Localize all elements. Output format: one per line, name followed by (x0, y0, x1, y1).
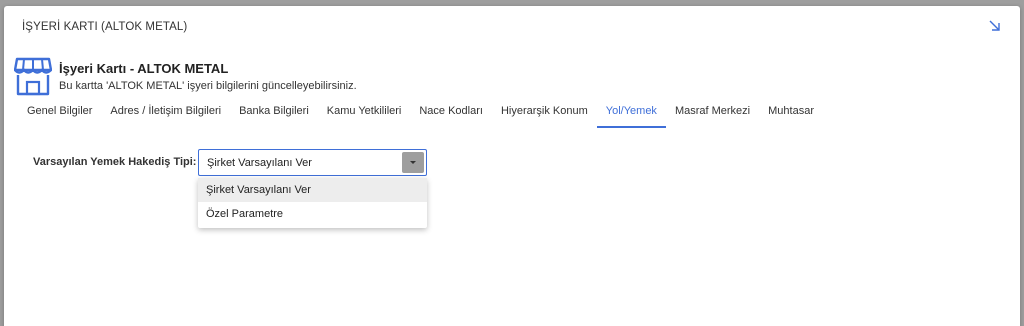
tab-general[interactable]: Genel Bilgiler (18, 98, 101, 128)
tab-hierarchy[interactable]: Hiyerarşik Konum (492, 98, 597, 128)
tab-cost-center[interactable]: Masraf Merkezi (666, 98, 759, 128)
meal-type-dropdown: Şirket Varsayılanı Ver Özel Parametre (198, 178, 427, 228)
caret-down-icon (410, 161, 416, 164)
card-title: İşyeri Kartı - ALTOK METAL (59, 61, 229, 76)
meal-type-label: Varsayılan Yemek Hakediş Tipi: (33, 156, 197, 168)
tab-public-officials[interactable]: Kamu Yetkilileri (318, 98, 411, 128)
modal-dialog: İŞYERİ KARTI (ALTOK METAL) İşyeri Kartı … (4, 6, 1020, 326)
resize-arrow-icon[interactable] (988, 19, 1002, 33)
modal-title: İŞYERİ KARTI (ALTOK METAL) (22, 21, 188, 33)
option-custom-parameter[interactable]: Özel Parametre (198, 202, 427, 226)
tab-transport-meal[interactable]: Yol/Yemek (596, 98, 666, 128)
store-icon (14, 57, 52, 96)
tab-nace-codes[interactable]: Nace Kodları (410, 98, 492, 128)
card-header: İşyeri Kartı - ALTOK METAL Bu kartta 'AL… (14, 56, 614, 100)
tab-address-contact[interactable]: Adres / İletişim Bilgileri (101, 98, 230, 128)
meal-type-select[interactable]: Şirket Varsayılanı Ver (198, 149, 427, 176)
tab-muhtasar[interactable]: Muhtasar (759, 98, 823, 128)
card-subtitle: Bu kartta 'ALTOK METAL' işyeri bilgileri… (59, 80, 357, 92)
dropdown-toggle-button[interactable] (402, 152, 424, 173)
meal-type-value: Şirket Varsayılanı Ver (207, 157, 312, 169)
modal-header: İŞYERİ KARTI (ALTOK METAL) (4, 6, 1020, 48)
tab-bar: Genel Bilgiler Adres / İletişim Bilgiler… (18, 98, 823, 128)
option-company-default[interactable]: Şirket Varsayılanı Ver (198, 178, 427, 202)
tab-bank[interactable]: Banka Bilgileri (230, 98, 318, 128)
